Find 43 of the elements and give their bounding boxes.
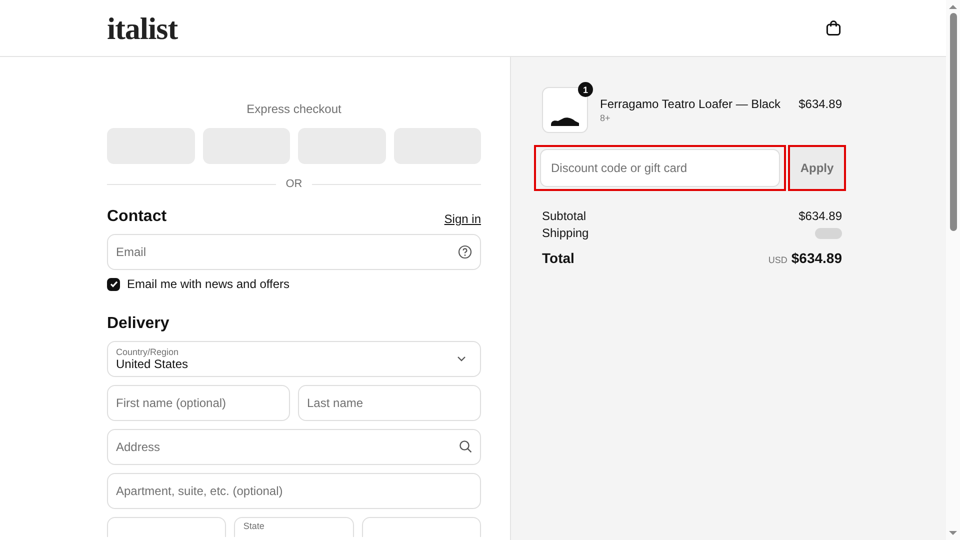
product-name: Ferragamo Teatro Loafer — Black <box>600 97 782 111</box>
scroll-down-icon[interactable] <box>949 531 957 535</box>
total-label: Total <box>542 250 574 266</box>
product-variant: 8+ <box>600 113 612 123</box>
checkbox-label: Email me with news and offers <box>127 277 290 291</box>
first-name-field[interactable]: First name (optional) <box>107 385 290 421</box>
zip-field[interactable] <box>362 517 481 537</box>
field-value: United States <box>116 357 188 371</box>
search-icon <box>459 440 472 453</box>
total-value: $634.89 <box>791 250 842 266</box>
logo[interactable]: italist <box>107 12 178 44</box>
shopping-bag-icon[interactable] <box>826 20 841 36</box>
state-select[interactable]: State <box>234 517 354 537</box>
section-heading: Delivery <box>107 315 170 333</box>
field-label: Country/Region <box>116 347 180 357</box>
last-name-field[interactable]: Last name <box>298 385 481 421</box>
apply-button[interactable]: Apply <box>788 145 846 191</box>
field-label: State <box>243 521 264 531</box>
country-select[interactable]: Country/Region United States <box>107 341 481 377</box>
sign-in-link[interactable]: Sign in <box>444 212 481 226</box>
loading-placeholder <box>815 228 842 238</box>
chevron-down-icon <box>457 356 466 362</box>
currency-code: USD <box>768 255 788 265</box>
section-heading: Contact <box>107 208 167 226</box>
subtotal-value: $634.89 <box>798 209 842 223</box>
shipping-label: Shipping <box>542 226 589 240</box>
city-field[interactable] <box>107 517 226 537</box>
address-field[interactable]: Address <box>107 429 481 465</box>
check-icon <box>108 279 118 289</box>
subtotal-label: Subtotal <box>542 209 586 223</box>
loafer-drawing <box>550 116 580 128</box>
help-icon <box>458 245 472 259</box>
scroll-up-icon[interactable] <box>949 5 957 9</box>
product-price: $634.89 <box>798 96 842 111</box>
section-label: Express checkout <box>246 102 342 117</box>
email-field[interactable]: Email <box>107 234 481 270</box>
quantity-badge: 1 <box>578 82 593 97</box>
scroll-thumb[interactable] <box>950 13 956 231</box>
divider-label: OR <box>286 178 302 190</box>
scrollbar[interactable] <box>946 0 960 540</box>
apartment-field[interactable]: Apartment, suite, etc. (optional) <box>107 473 481 509</box>
discount-field[interactable]: Discount code or gift card <box>540 149 780 187</box>
checkbox[interactable] <box>107 278 120 290</box>
